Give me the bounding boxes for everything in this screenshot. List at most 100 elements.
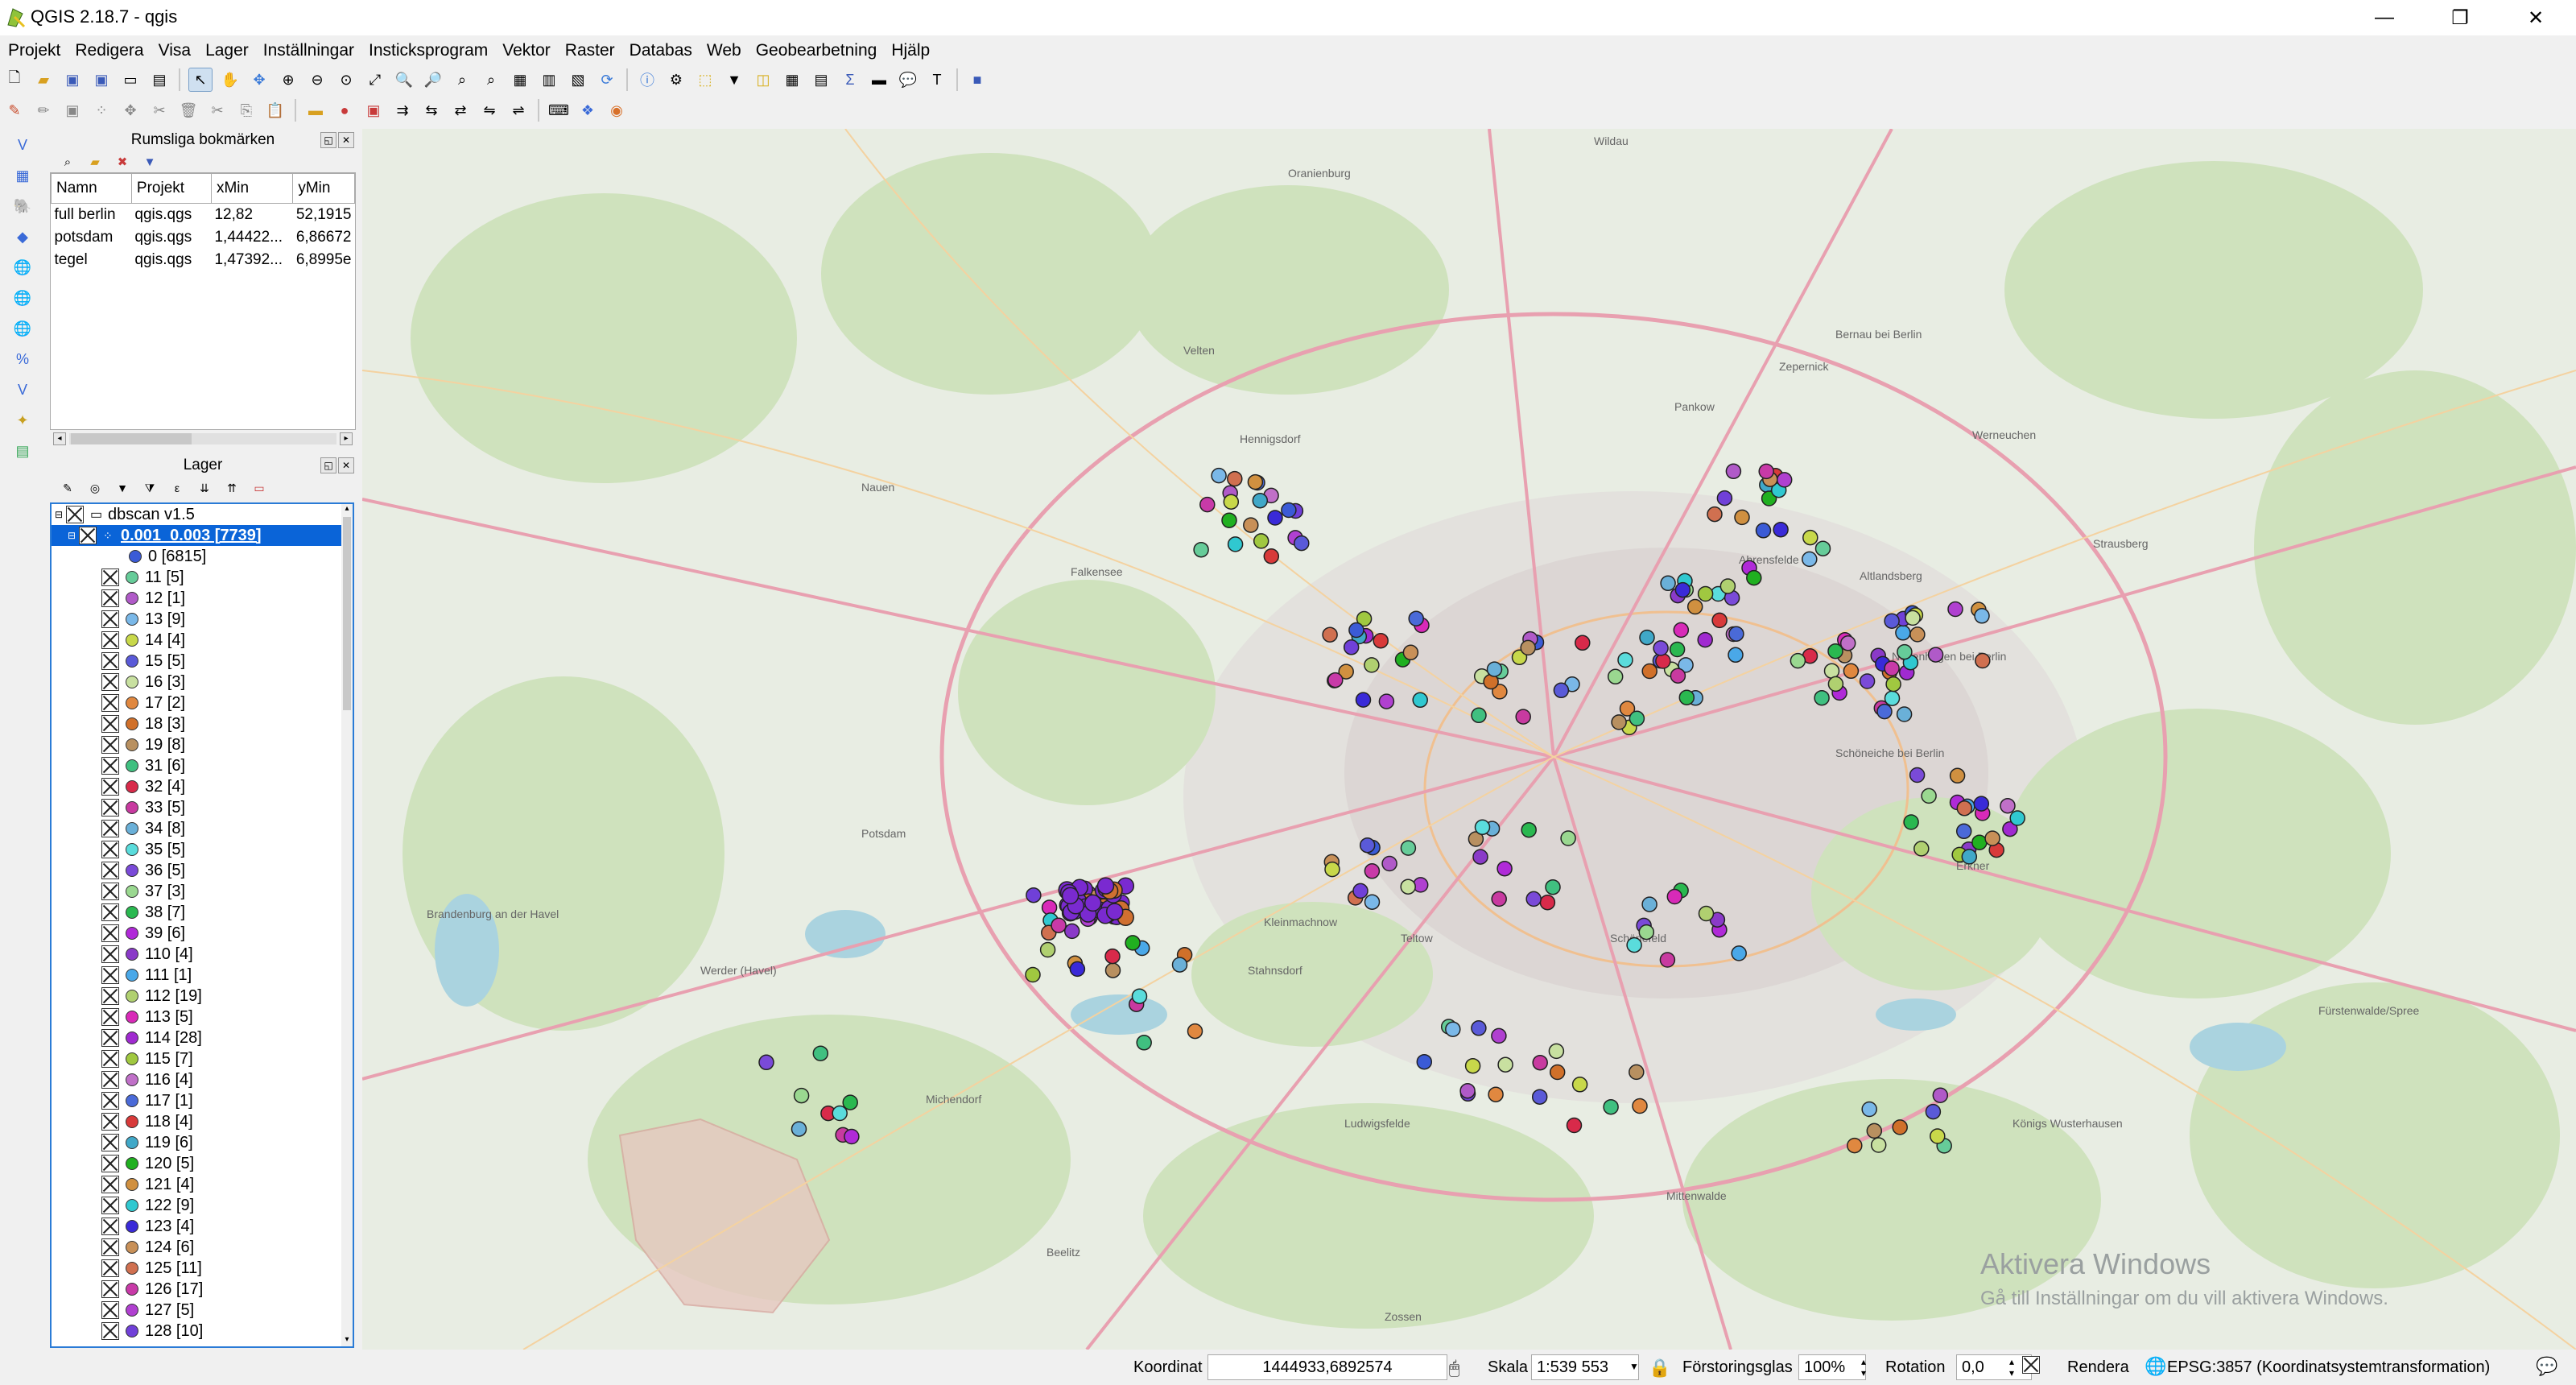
- legend-item[interactable]: 121 [4]: [52, 1174, 353, 1195]
- column-namn[interactable]: Namn: [51, 173, 132, 204]
- collapse-icon[interactable]: ⊟: [68, 530, 79, 541]
- legend-item[interactable]: 126 [17]: [52, 1279, 353, 1300]
- add-spatialite-layer-icon[interactable]: ◆: [11, 225, 34, 248]
- geometry-checker-icon[interactable]: ✦: [11, 409, 34, 432]
- legend-visibility-checkbox[interactable]: [101, 841, 119, 858]
- minimize-button[interactable]: —: [2347, 0, 2421, 35]
- float-panel-button[interactable]: ◱: [320, 132, 336, 148]
- zoom-out-icon[interactable]: ⊖: [306, 68, 328, 91]
- legend-item[interactable]: 14 [4]: [52, 630, 353, 651]
- identify-features-icon[interactable]: ⓘ: [636, 68, 658, 91]
- menu-visa[interactable]: Visa: [151, 39, 197, 63]
- add-vector-layer-icon[interactable]: V: [11, 134, 34, 156]
- legend-visibility-checkbox[interactable]: [101, 987, 119, 1005]
- zoom-last-icon[interactable]: ⌕: [451, 68, 473, 91]
- remove-layer-icon[interactable]: ▭: [251, 480, 267, 496]
- legend-visibility-checkbox[interactable]: [101, 1155, 119, 1172]
- messages-icon[interactable]: 💬: [2536, 1356, 2557, 1377]
- label-toolbar-icon[interactable]: ▬: [304, 99, 327, 122]
- legend-visibility-checkbox[interactable]: [101, 799, 119, 817]
- manage-visibility-icon[interactable]: ▼: [114, 480, 130, 496]
- menu-raster[interactable]: Raster: [557, 39, 621, 63]
- legend-item[interactable]: 39 [6]: [52, 923, 353, 944]
- menu-redigera[interactable]: Redigera: [67, 39, 150, 63]
- legend-visibility-checkbox[interactable]: [101, 1008, 119, 1026]
- zoom-in-icon[interactable]: ⊕: [277, 68, 299, 91]
- python-console-icon[interactable]: ■: [966, 68, 989, 91]
- legend-item[interactable]: 33 [5]: [52, 797, 353, 818]
- legend-visibility-checkbox[interactable]: [101, 1280, 119, 1298]
- add-feature-icon[interactable]: ⁘: [90, 99, 113, 122]
- legend-item[interactable]: 115 [7]: [52, 1048, 353, 1069]
- label-move-icon[interactable]: ⇆: [420, 99, 443, 122]
- processing-toolbox-icon[interactable]: ⌨: [547, 99, 570, 122]
- legend-visibility-checkbox[interactable]: [101, 1050, 119, 1068]
- add-wcs-layer-icon[interactable]: 🌐: [11, 287, 34, 309]
- cut-features-icon[interactable]: ✂: [206, 99, 229, 122]
- move-feature-icon[interactable]: ✥: [119, 99, 142, 122]
- legend-visibility-checkbox[interactable]: [101, 736, 119, 754]
- legend-visibility-checkbox[interactable]: [101, 1322, 119, 1340]
- legend-item[interactable]: 37 [3]: [52, 881, 353, 902]
- legend-item[interactable]: 120 [5]: [52, 1153, 353, 1174]
- legend-visibility-checkbox[interactable]: [101, 1197, 119, 1214]
- legend-visibility-checkbox[interactable]: [101, 1113, 119, 1131]
- node-tool-icon[interactable]: ✂: [148, 99, 171, 122]
- label-properties-icon[interactable]: ⇌: [507, 99, 530, 122]
- legend-item[interactable]: 118 [4]: [52, 1111, 353, 1132]
- add-wfs-layer-icon[interactable]: 🌐: [11, 317, 34, 340]
- style-manager-icon[interactable]: ✎: [60, 480, 76, 496]
- render-checkbox[interactable]: [2022, 1356, 2040, 1374]
- label-pin-icon[interactable]: ●: [333, 99, 356, 122]
- map-tips-icon[interactable]: 💬: [897, 68, 919, 91]
- table-row[interactable]: full berlin qgis.qgs 12,82 52,1915: [52, 204, 355, 227]
- menu-projekt[interactable]: Projekt: [0, 39, 67, 63]
- legend-item[interactable]: 124 [6]: [52, 1237, 353, 1258]
- export-bookmark-icon[interactable]: ▼: [142, 154, 158, 170]
- filter-legend-icon[interactable]: ⧩: [142, 480, 158, 496]
- legend-item[interactable]: 36 [5]: [52, 860, 353, 881]
- add-group-icon[interactable]: ◎: [87, 480, 103, 496]
- add-postgis-layer-icon[interactable]: 🐘: [11, 195, 34, 217]
- deselect-icon[interactable]: ◫: [752, 68, 774, 91]
- column-xmin[interactable]: xMin: [210, 173, 294, 204]
- toggle-extents-icon[interactable]: 🖱: [1449, 1358, 1459, 1379]
- open-project-icon[interactable]: ▰: [32, 68, 55, 91]
- collapse-icon[interactable]: ⊟: [55, 509, 66, 520]
- new-layer-icon[interactable]: V: [11, 378, 34, 401]
- legend-item[interactable]: 11 [5]: [52, 567, 353, 588]
- touch-zoom-icon[interactable]: ↖: [188, 68, 213, 92]
- menu-web[interactable]: Web: [699, 39, 748, 63]
- add-delimited-text-icon[interactable]: %: [11, 348, 34, 370]
- legend-visibility-checkbox[interactable]: [101, 1176, 119, 1193]
- legend-item[interactable]: 34 [8]: [52, 818, 353, 839]
- legend-item[interactable]: 19 [8]: [52, 734, 353, 755]
- legend-visibility-checkbox[interactable]: [101, 903, 119, 921]
- visibility-checkbox[interactable]: [66, 506, 84, 523]
- current-edits-icon[interactable]: ✎: [3, 99, 26, 122]
- legend-visibility-checkbox[interactable]: [101, 568, 119, 586]
- delete-selected-icon[interactable]: 🗑: [177, 99, 200, 122]
- legend-item[interactable]: 18 [3]: [52, 713, 353, 734]
- scale-combobox[interactable]: 1:539 553: [1531, 1354, 1639, 1380]
- legend-item[interactable]: 127 [5]: [52, 1300, 353, 1321]
- label-change-icon[interactable]: ⇋: [478, 99, 501, 122]
- close-panel-button[interactable]: ✕: [338, 132, 354, 148]
- delete-bookmark-icon[interactable]: ✖: [114, 154, 130, 170]
- legend-item[interactable]: 0 [6815]: [52, 546, 353, 567]
- legend-visibility-checkbox[interactable]: [101, 715, 119, 733]
- label-rotate-icon[interactable]: ⇄: [449, 99, 472, 122]
- plugin-icon[interactable]: ◉: [605, 99, 628, 122]
- open-attribute-table-icon[interactable]: ▦: [781, 68, 803, 91]
- add-raster-layer-icon[interactable]: ▦: [11, 164, 34, 187]
- legend-item[interactable]: 116 [4]: [52, 1069, 353, 1090]
- pan-icon[interactable]: ✋: [219, 68, 242, 91]
- menu-databas[interactable]: Databas: [621, 39, 699, 63]
- toggle-editing-icon[interactable]: ✏: [32, 99, 55, 122]
- legend-item[interactable]: 119 [6]: [52, 1132, 353, 1153]
- label-highlight-icon[interactable]: ▣: [362, 99, 385, 122]
- copy-features-icon[interactable]: ⎘: [235, 99, 258, 122]
- close-button[interactable]: ✕: [2499, 0, 2573, 35]
- filter-expression-icon[interactable]: ε: [169, 480, 185, 496]
- text-annotation-icon[interactable]: T: [926, 68, 948, 91]
